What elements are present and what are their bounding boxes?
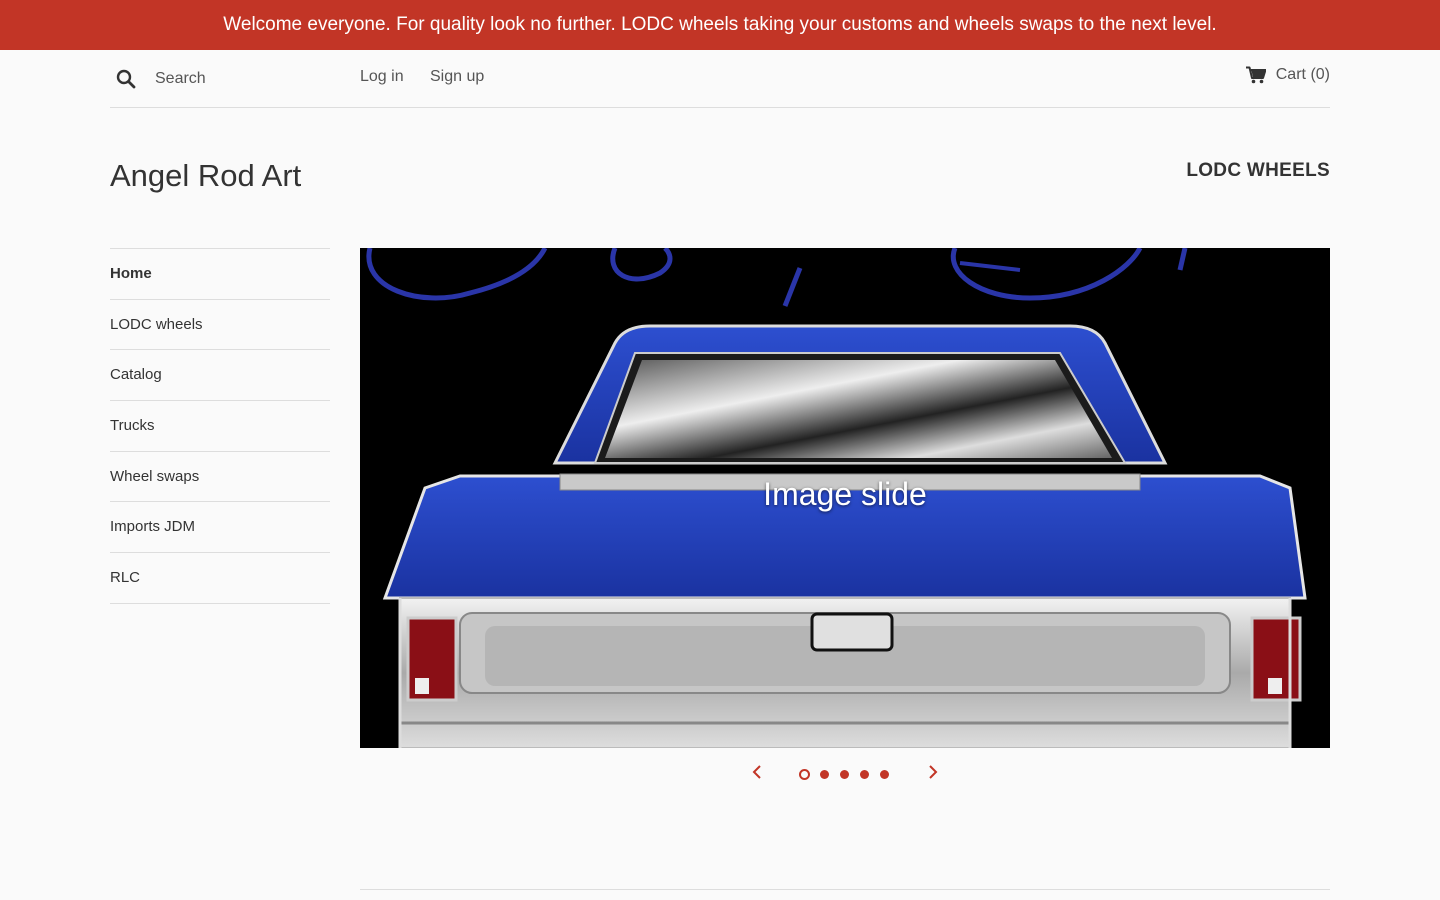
sidebar-item-home[interactable]: Home bbox=[110, 249, 330, 300]
sidebar-item-trucks[interactable]: Trucks bbox=[110, 401, 330, 452]
hero-slideshow[interactable]: Image slide bbox=[360, 248, 1330, 748]
slide-dot-3[interactable] bbox=[840, 770, 849, 779]
slide-dot-1[interactable] bbox=[799, 769, 810, 780]
sidebar-item-wheel-swaps[interactable]: Wheel swaps bbox=[110, 452, 330, 503]
sidebar-item-catalog[interactable]: Catalog bbox=[110, 350, 330, 402]
search-icon[interactable] bbox=[115, 68, 137, 90]
login-link[interactable]: Log in bbox=[360, 68, 404, 86]
site-title[interactable]: Angel Rod Art bbox=[110, 158, 301, 194]
cart-icon bbox=[1245, 66, 1267, 84]
slide-dot-2[interactable] bbox=[820, 770, 829, 779]
cart-link[interactable]: Cart (0) bbox=[1245, 66, 1330, 84]
announcement-bar: Welcome everyone. For quality look no fu… bbox=[0, 0, 1440, 50]
section-divider bbox=[360, 889, 1330, 890]
slide-dot-4[interactable] bbox=[860, 770, 869, 779]
cart-label: Cart bbox=[1275, 66, 1306, 83]
sidebar-nav: Home LODC wheels Catalog Trucks Wheel sw… bbox=[110, 248, 330, 604]
slide-dot-5[interactable] bbox=[880, 770, 889, 779]
chevron-right-icon[interactable] bbox=[923, 762, 943, 782]
sidebar-item-lodc-wheels[interactable]: LODC wheels bbox=[110, 300, 330, 351]
cart-count: (0) bbox=[1310, 66, 1330, 83]
lodc-wheels-header-link[interactable]: LODC WHEELS bbox=[1186, 160, 1330, 182]
search-input[interactable] bbox=[155, 66, 335, 92]
slider-controls bbox=[745, 760, 945, 790]
slide-caption: Image slide bbox=[763, 476, 927, 512]
signup-link[interactable]: Sign up bbox=[430, 68, 484, 86]
chevron-left-icon[interactable] bbox=[747, 762, 767, 782]
sidebar-item-imports-jdm[interactable]: Imports JDM bbox=[110, 502, 330, 554]
announcement-text: Welcome everyone. For quality look no fu… bbox=[223, 14, 1217, 35]
sidebar-item-rlc[interactable]: RLC bbox=[110, 553, 330, 604]
top-bar: Log in Sign up Cart (0) bbox=[110, 50, 1330, 108]
